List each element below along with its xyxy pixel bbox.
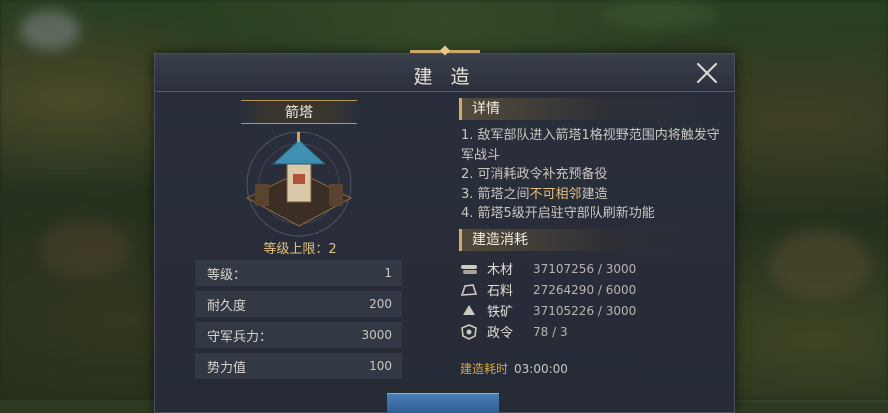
stat-label: 耐久度 [207,298,247,314]
building-name: 箭塔 [241,100,357,124]
stat-label: 势力值 [207,360,247,376]
stat-value: 3000 [361,328,392,342]
cost-name: 石料 [487,284,514,299]
arrow-tower-illustration [245,131,353,237]
stat-row-level: 等级： 1 [195,260,402,286]
level-limit: 等级上限：2 [263,242,337,257]
cost-name: 铁矿 [487,305,514,320]
stat-row-durability: 耐久度 200 [195,291,402,317]
stat-row-garrison: 守军兵力： 3000 [195,322,402,348]
cost-value: 37105226 / 3000 [533,303,637,318]
cost-value: 27264290 / 6000 [533,282,637,297]
build-time: 建造耗时 03:00:00 [460,360,568,377]
details-header: 详情 [459,98,699,120]
cost-name: 木材 [487,263,514,278]
build-time-label: 建造耗时 [460,362,509,376]
build-dialog: 建 造 箭塔 等级上限：2 等级： 1 耐久度 200 守军兵力： 3000 势 [154,50,735,413]
close-icon[interactable] [694,60,720,86]
decree-icon [461,323,477,340]
stats-list: 等级： 1 耐久度 200 守军兵力： 3000 势力值 100 [195,260,402,384]
detail-line: 1. 敌军部队进入箭塔1格视野范围内将触发守军战斗 [461,128,720,163]
stat-label: 守军兵力： [207,329,273,345]
iron-icon [463,304,475,315]
detail-line: 4. 箭塔5级开启驻守部队刷新功能 [461,206,655,221]
cost-header: 建造消耗 [459,229,699,251]
cost-name: 政令 [487,326,514,341]
build-time-value: 03:00:00 [514,362,568,376]
stat-value: 200 [369,297,392,311]
wood-icon [461,264,477,274]
cost-row-decree: 政令 78 / 3 [459,321,719,342]
stone-icon [460,283,478,296]
details-text: 1. 敌军部队进入箭塔1格视野范围内将触发守军战斗 2. 可消耗政令补充预备役 … [461,126,721,224]
cost-row-wood: 木材 37107256 / 3000 [459,258,719,279]
dialog-title: 建 造 [413,66,476,88]
cost-value: 37107256 / 3000 [533,261,637,276]
stat-value: 1 [384,266,392,280]
detail-line: 3. 箭塔之间不可相邻建造 [461,186,608,202]
highlight-text: 不可相邻 [529,186,582,202]
build-confirm-button[interactable] [387,393,499,413]
dialog-titlebar: 建 造 [155,50,734,92]
stat-row-influence: 势力值 100 [195,353,402,379]
stat-value: 100 [369,359,392,373]
cost-value: 78 / 3 [533,324,568,339]
stat-label: 等级： [207,267,247,283]
detail-line: 2. 可消耗政令补充预备役 [461,167,608,182]
cost-list: 木材 37107256 / 3000 石料 27264290 / 6000 铁矿… [459,258,719,342]
cost-row-stone: 石料 27264290 / 6000 [459,279,719,300]
cost-row-iron: 铁矿 37105226 / 3000 [459,300,719,321]
title-ornament [409,50,480,53]
